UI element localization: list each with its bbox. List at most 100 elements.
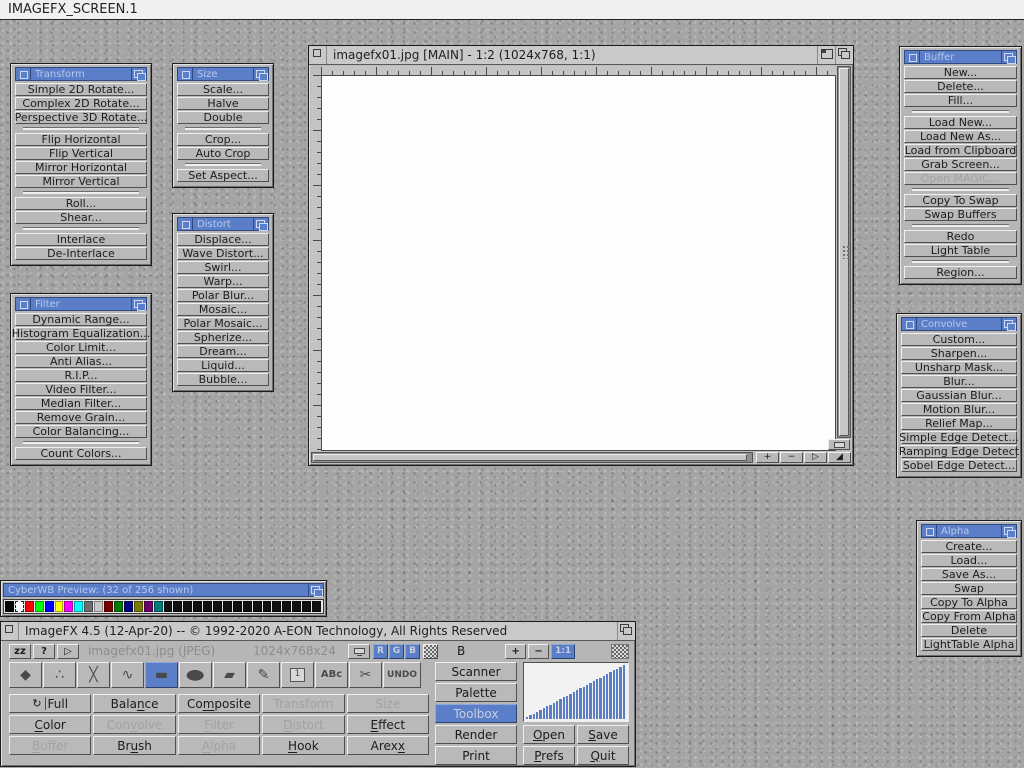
panel-buffer-load-new[interactable]: Load New... [904,116,1017,129]
toolbox-button-hook[interactable]: Hook [262,736,344,755]
palette-swatch-31[interactable] [312,601,321,612]
panel-distort-swirl[interactable]: Swirl... [177,261,269,274]
panel-convolve-blur[interactable]: Blur... [901,375,1017,388]
panel-filter-anti-alias[interactable]: Anti Alias... [15,355,147,368]
scissors-tool[interactable]: ✂ [349,662,382,688]
panel-distort-polar-blur[interactable]: Polar Blur... [177,289,269,302]
panel-distort-polar-mosaic[interactable]: Polar Mosaic... [177,317,269,330]
corner-button-prefs[interactable]: Prefs [523,746,575,765]
panel-buffer-load-from-clipboard[interactable]: Load from Clipboard [904,144,1017,157]
close-icon[interactable] [922,525,937,537]
palette-swatch-30[interactable] [302,601,311,612]
panel-buffer-region[interactable]: Region... [904,266,1017,279]
distort-panel-titlebar[interactable]: Distort [177,217,269,231]
filter-panel-titlebar[interactable]: Filter [15,297,147,311]
sleep-button[interactable]: zz [9,644,31,659]
panel-alpha-delete[interactable]: Delete [921,624,1017,637]
close-icon[interactable] [902,318,917,330]
zoom-1to1-button[interactable]: 1:1 [551,644,575,659]
panel-distort-liquid[interactable]: Liquid... [177,359,269,372]
panel-distort-bubble[interactable]: Bubble... [177,373,269,386]
depth-icon[interactable] [253,68,268,80]
panel-buffer-delete[interactable]: Delete... [904,80,1017,93]
palette-swatch-19[interactable] [193,601,202,612]
panel-filter-color-limit[interactable]: Color Limit... [15,341,147,354]
side-button-print[interactable]: Print [435,746,517,765]
convolve-panel-titlebar[interactable]: Convolve [901,317,1017,331]
panel-alpha-swap[interactable]: Swap [921,582,1017,595]
monitor-icon[interactable] [348,644,370,659]
oval-tool[interactable]: ● [179,662,212,688]
close-icon[interactable] [178,218,193,230]
window-zoom-icon[interactable] [817,46,835,64]
panel-transform-roll[interactable]: Roll... [15,197,147,210]
depth-icon[interactable] [1001,525,1016,537]
depth-icon[interactable] [1001,51,1016,63]
vertical-scrollbar-thumb[interactable] [839,68,849,436]
close-icon[interactable] [16,298,31,310]
panel-distort-warp[interactable]: Warp... [177,275,269,288]
panel-convolve-ramping-edge-detect[interactable]: Ramping Edge Detect [901,445,1017,458]
side-button-palette[interactable]: Palette [435,683,517,702]
green-channel-button[interactable]: G [389,644,404,659]
panel-size-crop[interactable]: Crop... [177,133,269,146]
depth-icon[interactable] [835,46,853,64]
depth-icon[interactable] [308,584,323,596]
palette-swatch-1[interactable] [15,601,24,612]
panel-transform-mirror-horizontal[interactable]: Mirror Horizontal [15,161,147,174]
zoom-in-button[interactable]: + [756,452,779,463]
palette-swatch-23[interactable] [233,601,242,612]
panel-alpha-copy-to-alpha[interactable]: Copy To Alpha [921,596,1017,609]
palette-swatch-7[interactable] [74,601,83,612]
toolbox-button-composite[interactable]: Composite [178,694,260,713]
palette-swatch-14[interactable] [144,601,153,612]
panel-convolve-sharpen[interactable]: Sharpen... [901,347,1017,360]
dither-toggle[interactable] [423,644,438,659]
ramp-button[interactable]: ◢ [828,452,851,463]
toolbox-button-color[interactable]: Color [9,715,91,734]
panel-buffer-light-table[interactable]: Light Table [904,244,1017,257]
panel-filter-r-i-p[interactable]: R.I.P... [15,369,147,382]
palette-swatch-21[interactable] [213,601,222,612]
panel-alpha-save-as[interactable]: Save As... [921,568,1017,581]
panel-transform-perspective-3d-rotate[interactable]: Perspective 3D Rotate... [15,111,147,124]
panel-filter-dynamic-range[interactable]: Dynamic Range... [15,313,147,326]
panel-filter-histogram-equalization[interactable]: Histogram Equalization... [15,327,147,340]
panel-filter-color-balancing[interactable]: Color Balancing... [15,425,147,438]
vertical-scrollbar[interactable] [837,66,851,438]
play-button[interactable]: ▷ [57,644,79,659]
panel-transform-shear[interactable]: Shear... [15,211,147,224]
close-icon[interactable] [178,68,193,80]
panel-buffer-new[interactable]: New... [904,66,1017,79]
panel-buffer-copy-to-swap[interactable]: Copy To Swap [904,194,1017,207]
toolbox-button-balance[interactable]: Balance [93,694,175,713]
zoom-out-button[interactable]: − [528,644,549,659]
image-window-titlebar[interactable]: imagefx01.jpg [MAIN] - 1:2 (1024x768, 1:… [309,46,853,65]
zoom-out-button[interactable]: − [780,452,803,463]
panel-buffer-swap-buffers[interactable]: Swap Buffers [904,208,1017,221]
palette-swatch-12[interactable] [124,601,133,612]
close-icon[interactable] [1,622,19,640]
palette-swatch-25[interactable] [253,601,262,612]
palette-swatch-24[interactable] [243,601,252,612]
box-tool[interactable]: ▬ [145,662,178,688]
panel-size-scale[interactable]: Scale... [177,83,269,96]
panel-convolve-motion-blur[interactable]: Motion Blur... [901,403,1017,416]
depth-icon[interactable] [131,68,146,80]
panel-filter-video-filter[interactable]: Video Filter... [15,383,147,396]
palette-swatch-15[interactable] [154,601,163,612]
palette-swatch-5[interactable] [55,601,64,612]
buffer-panel-titlebar[interactable]: Buffer [904,50,1017,64]
panel-filter-remove-grain[interactable]: Remove Grain... [15,411,147,424]
panel-transform-simple-2d-rotate[interactable]: Simple 2D Rotate... [15,83,147,96]
text-tool[interactable]: ABc [315,662,348,688]
palette-swatch-11[interactable] [114,601,123,612]
polygon-tool[interactable]: ▰ [213,662,246,688]
undo-button[interactable]: UNDO [383,662,421,688]
close-icon[interactable] [16,68,31,80]
panel-filter-median-filter[interactable]: Median Filter... [15,397,147,410]
airbrush-tool[interactable]: ∴ [43,662,76,688]
panel-buffer-redo[interactable]: Redo [904,230,1017,243]
palette-window-titlebar[interactable]: CyberWB Preview: (32 of 256 shown) [3,583,324,597]
panel-buffer-fill[interactable]: Fill... [904,94,1017,107]
